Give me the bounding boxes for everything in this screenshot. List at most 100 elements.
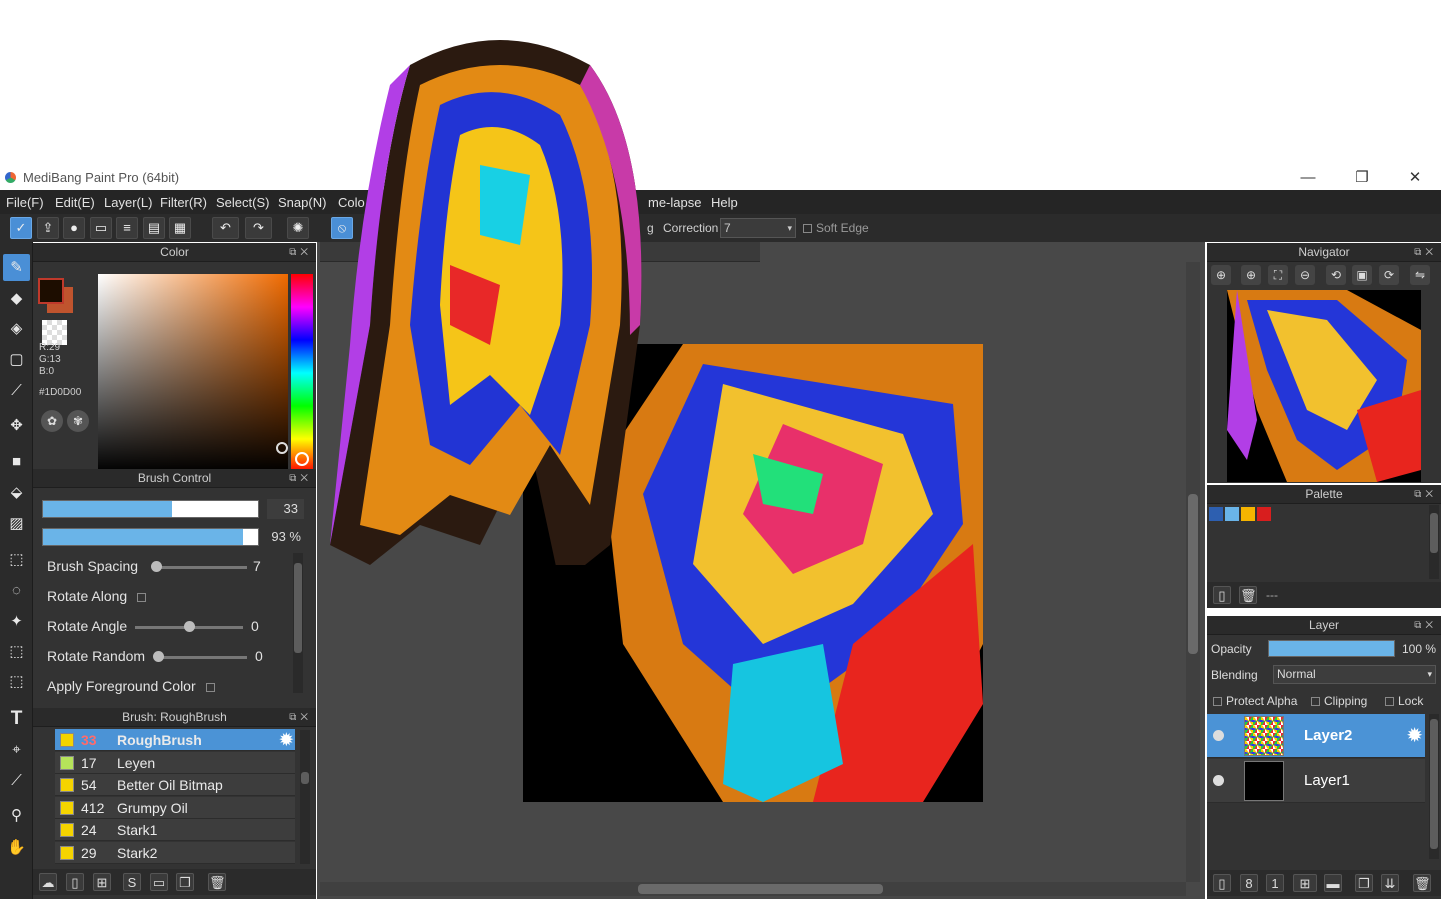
trash-icon[interactable]: 🗑 [208, 873, 226, 891]
trash-icon[interactable]: 🗑 [1413, 874, 1431, 892]
redo-icon[interactable]: ↷ [245, 217, 272, 239]
select-pen-icon[interactable]: ⬚ [3, 638, 30, 665]
apply-fg-row[interactable]: Apply Foreground Color [47, 678, 297, 698]
layer-opacity-slider[interactable] [1268, 640, 1395, 657]
brush-item[interactable]: 33 RoughBrush ✹ [55, 729, 295, 751]
brush-size-slider[interactable] [42, 500, 259, 518]
hand-tool-icon[interactable]: ✋ [3, 834, 30, 861]
foreground-color-swatch[interactable] [38, 278, 64, 304]
rotate-along-row[interactable]: Rotate Along [47, 588, 297, 608]
brush-control-scrollbar[interactable] [293, 553, 303, 693]
clipping-checkbox[interactable]: Clipping [1311, 694, 1367, 708]
actual-size-icon[interactable]: ▣ [1352, 265, 1372, 285]
maximize-button[interactable]: ❐ [1339, 167, 1385, 189]
balloon-tool-icon[interactable]: ▭ [90, 217, 112, 239]
flip-icon[interactable]: ⇋ [1410, 265, 1430, 285]
color-set-icon[interactable]: ✾ [67, 410, 89, 432]
visibility-eye-icon[interactable] [1213, 775, 1224, 786]
new-layer-icon[interactable]: ▯ [1213, 874, 1231, 892]
cloud-download-icon[interactable]: ☁ [39, 873, 57, 891]
move-tool-icon[interactable]: ✥ [3, 412, 30, 439]
divide-tool-icon[interactable]: ⟋ [3, 767, 30, 794]
brush-item[interactable]: 17 Leyen [55, 752, 295, 774]
visibility-eye-icon[interactable] [1213, 730, 1224, 741]
menu-select[interactable]: Select(S) [216, 195, 269, 210]
canvas-vertical-scrollbar[interactable] [1186, 262, 1200, 882]
scrollbar-thumb[interactable] [638, 884, 883, 894]
menu-filter[interactable]: Filter(R) [160, 195, 207, 210]
fit-window-icon[interactable]: ⛶ [1268, 265, 1288, 285]
scrollbar-thumb[interactable] [301, 772, 309, 784]
add-layer-menu-icon[interactable]: ⊞ [1293, 874, 1317, 892]
duplicate-layer-icon[interactable]: ❐ [1355, 874, 1373, 892]
menu-layer[interactable]: Layer(L) [104, 195, 152, 210]
soft-edge-checkbox[interactable]: Soft Edge [803, 221, 869, 235]
layer-list-scrollbar[interactable] [1429, 714, 1439, 859]
menu-edit[interactable]: Edit(E) [55, 195, 95, 210]
blending-select[interactable]: Normal ▾ [1273, 665, 1436, 684]
apply-fg-checkbox[interactable] [205, 683, 215, 692]
menu-snap[interactable]: Snap(N) [278, 195, 326, 210]
dot-eraser-icon[interactable]: ◈ [3, 315, 30, 342]
brush-item[interactable]: 29 Stark2 [55, 842, 295, 864]
speech-bubble-icon[interactable]: ● [63, 217, 85, 239]
new-8bit-layer-icon[interactable]: 8 [1240, 874, 1258, 892]
layer-row[interactable]: Layer1 [1207, 759, 1425, 803]
cloud-check-icon[interactable]: ✓ [10, 217, 32, 239]
brush-list-scrollbar[interactable] [300, 730, 310, 864]
hue-slider[interactable] [291, 274, 313, 472]
panel-close-icon[interactable]: ⧉✕ [1414, 616, 1437, 635]
operation-tool-icon[interactable]: ⌖ [3, 736, 30, 763]
line-tool-icon[interactable]: ⟋ [3, 377, 30, 404]
panel-close-icon[interactable]: ⧉✕ [289, 708, 312, 727]
saturation-value-picker[interactable] [98, 274, 288, 472]
brush-spacing-track[interactable] [155, 566, 247, 569]
select-rect-icon[interactable]: ⬚ [3, 546, 30, 573]
rotate-along-checkbox[interactable] [137, 593, 147, 602]
zoom-out-icon[interactable]: ⊖ [1295, 265, 1315, 285]
brush-spacing-knob[interactable] [151, 561, 162, 572]
panel-close-icon[interactable]: ⧉✕ [1414, 243, 1437, 262]
folder-icon[interactable]: ▬ [1324, 874, 1342, 892]
palette-swatch[interactable] [1257, 507, 1271, 521]
shape-tool-icon[interactable]: ▢ [3, 346, 30, 373]
new-brush-icon[interactable]: ▯ [66, 873, 84, 891]
grid-edit-icon[interactable]: ▦ [169, 217, 191, 239]
sv-cursor[interactable] [276, 442, 288, 454]
menu-file[interactable]: File(F) [6, 195, 44, 210]
new-palette-icon[interactable]: ▯ [1213, 586, 1231, 604]
magic-wand-icon[interactable]: ✦ [3, 608, 30, 635]
scrollbar-thumb[interactable] [1430, 719, 1438, 849]
rotate-angle-knob[interactable] [184, 621, 195, 632]
scrollbar-thumb[interactable] [294, 563, 302, 653]
rotate-right-icon[interactable]: ⟳ [1379, 265, 1399, 285]
gradient-tool-icon[interactable]: ▨ [3, 510, 30, 537]
folder-icon[interactable]: ▭ [150, 873, 168, 891]
undo-icon[interactable]: ↶ [212, 217, 239, 239]
brush-item[interactable]: 54 Better Oil Bitmap [55, 774, 295, 796]
layer-row[interactable]: Layer2 ✹ [1207, 714, 1425, 758]
canvas-horizontal-scrollbar[interactable] [320, 882, 1186, 896]
palette-swatch[interactable] [1225, 507, 1239, 521]
lock-checkbox[interactable]: Lock [1385, 694, 1423, 708]
lasso-tool-icon[interactable]: ◌ [3, 577, 30, 604]
scrollbar-thumb[interactable] [1188, 494, 1198, 654]
eyedropper-icon[interactable]: ⚲ [3, 802, 30, 829]
duplicate-icon[interactable]: ❐ [176, 873, 194, 891]
loading-icon[interactable]: ✺ [287, 217, 309, 239]
rotate-left-icon[interactable]: ⟲ [1326, 265, 1346, 285]
gear-icon[interactable]: ✹ [1406, 723, 1423, 748]
brush-item[interactable]: 24 Stark1 [55, 819, 295, 841]
gear-icon[interactable]: ✹ [280, 730, 293, 750]
rotate-random-knob[interactable] [153, 651, 164, 662]
correction-select[interactable]: 7 ▾ [720, 218, 796, 238]
minimize-button[interactable]: — [1285, 167, 1331, 189]
upload-icon[interactable]: ⇪ [37, 217, 59, 239]
select-eraser-icon[interactable]: ⬚ [3, 668, 30, 695]
brush-opacity-slider[interactable] [42, 528, 259, 546]
palette-wheel-icon[interactable]: ✿ [41, 410, 63, 432]
palette-swatch[interactable] [1209, 507, 1223, 521]
menu-help[interactable]: Help [711, 195, 738, 210]
panel-close-icon[interactable]: ⧉✕ [289, 469, 312, 488]
new-1bit-layer-icon[interactable]: 1 [1266, 874, 1284, 892]
